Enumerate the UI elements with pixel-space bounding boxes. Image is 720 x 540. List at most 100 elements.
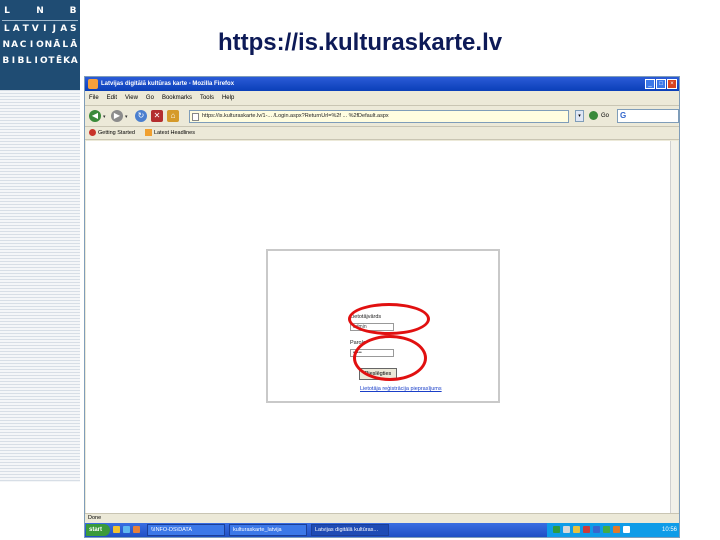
logo-letter: J xyxy=(52,24,56,34)
red-annotation-circle-username xyxy=(348,303,430,335)
logo-letter: Ā xyxy=(70,40,78,50)
menu-file[interactable]: File xyxy=(89,92,99,104)
login-panel: Lietotājvārds admin Parole ••••• Pieslēg… xyxy=(266,249,500,403)
menu-edit[interactable]: Edit xyxy=(107,92,117,104)
bookmarks-toolbar: Getting Started Latest Headlines xyxy=(85,127,679,140)
logo-row: LNB xyxy=(2,4,78,18)
logo-letter: O xyxy=(39,56,48,66)
logo-letter: I xyxy=(11,56,16,66)
go-button[interactable]: Go xyxy=(601,111,609,121)
vertical-scrollbar[interactable] xyxy=(670,141,678,513)
logo-letter: B xyxy=(69,6,77,16)
bookmark-getting-started[interactable]: Getting Started xyxy=(89,128,135,138)
address-url: https://is.kulturaskarte.lv/1-... /Login… xyxy=(202,113,389,119)
minimize-button[interactable]: _ xyxy=(645,79,655,89)
system-tray: 10:56 xyxy=(547,523,679,537)
register-link[interactable]: Lietotāja reģistrācija pieprasījums xyxy=(360,385,442,393)
stop-icon[interactable]: ✕ xyxy=(151,110,163,122)
logo-letter: I xyxy=(43,24,47,34)
logo-letter: N xyxy=(36,6,44,16)
google-icon: G xyxy=(620,111,627,120)
tray-icon[interactable] xyxy=(563,526,570,533)
logo-letter: L xyxy=(3,24,10,34)
logo-letter: N xyxy=(44,40,53,50)
menu-view[interactable]: View xyxy=(125,92,138,104)
logo-letter: T xyxy=(48,56,55,66)
tray-icon[interactable] xyxy=(583,526,590,533)
maximize-button[interactable]: □ xyxy=(656,79,666,89)
logo-letter: N xyxy=(2,40,10,50)
logo-letter: C xyxy=(19,40,27,50)
forward-arrow-icon[interactable]: ▶ xyxy=(111,110,123,122)
decorative-stripes xyxy=(0,90,80,482)
task-info-ds[interactable]: \\INFO-DS\DATA xyxy=(147,524,225,536)
bookmark-latest-headlines[interactable]: Latest Headlines xyxy=(145,128,195,138)
logo-letter: Ē xyxy=(55,56,63,66)
logo-letter: T xyxy=(22,24,29,34)
menu-bookmarks[interactable]: Bookmarks xyxy=(162,92,192,104)
quicklaunch-icon[interactable] xyxy=(123,526,130,533)
logo-letter: O xyxy=(36,40,44,50)
back-dropdown-icon[interactable]: ▾ xyxy=(103,114,106,120)
tray-icon[interactable] xyxy=(553,526,560,533)
logo-letter: L xyxy=(62,40,69,50)
start-button[interactable]: start xyxy=(86,524,110,536)
logo-letter: Ā xyxy=(53,40,61,50)
slide-title: https://is.kulturaskarte.lv xyxy=(218,29,503,56)
logo-letter: B xyxy=(17,56,25,66)
logo-letter: L xyxy=(25,56,32,66)
logo-letter: A xyxy=(12,24,20,34)
task-firefox[interactable]: Latvijas digitālā kultūras... xyxy=(311,524,389,536)
quicklaunch-icon[interactable] xyxy=(113,526,120,533)
tray-icon[interactable] xyxy=(573,526,580,533)
search-input[interactable]: G xyxy=(617,109,679,123)
logo-letter: I xyxy=(29,40,34,50)
menu-help[interactable]: Help xyxy=(222,92,234,104)
page-icon xyxy=(192,113,199,121)
home-icon[interactable]: ⌂ xyxy=(167,110,179,122)
window-title: Latvijas digitālā kultūras karte - Mozil… xyxy=(101,81,235,87)
status-bar: Done xyxy=(85,513,679,523)
logo-letter: A xyxy=(60,24,68,34)
firefox-icon xyxy=(88,79,98,89)
task-kulturaskarte[interactable]: kulturaskarte_latvija xyxy=(229,524,307,536)
forward-dropdown-icon[interactable]: ▾ xyxy=(125,114,128,120)
windows-taskbar: start \\INFO-DS\DATA kulturaskarte_latvi… xyxy=(85,523,679,537)
logo-letter: B xyxy=(2,56,10,66)
tray-icon[interactable] xyxy=(603,526,610,533)
logo-row: BIBLIOTĒKA xyxy=(2,54,78,68)
logo-letter: L xyxy=(4,6,10,16)
logo-row: LATVIJAS xyxy=(2,22,78,36)
logo-letter: A xyxy=(70,56,78,66)
browser-window: Latvijas digitālā kultūras karte - Mozil… xyxy=(84,76,680,538)
status-text: Done xyxy=(88,515,102,521)
reload-icon[interactable]: ↻ xyxy=(135,110,147,122)
menu-tools[interactable]: Tools xyxy=(200,92,214,104)
page-content: Lietotājvārds admin Parole ••••• Pieslēg… xyxy=(86,141,678,513)
logo-letter: S xyxy=(70,24,77,34)
logo-row: NACIONĀLĀ xyxy=(2,38,78,52)
tray-icon[interactable] xyxy=(623,526,630,533)
window-titlebar: Latvijas digitālā kultūras karte - Mozil… xyxy=(85,77,679,91)
navigation-toolbar: ◀ ▾ ▶ ▾ ↻ ✕ ⌂ https://is.kulturaskarte.l… xyxy=(85,105,679,127)
lnb-logo: LNBLATVIJASNACIONĀLĀBIBLIOTĒKA xyxy=(0,0,80,90)
logo-divider xyxy=(2,20,78,21)
taskbar-clock: 10:56 xyxy=(661,527,677,533)
tray-icon[interactable] xyxy=(593,526,600,533)
go-icon[interactable] xyxy=(589,111,598,120)
tray-icon[interactable] xyxy=(613,526,620,533)
bookmark-icon xyxy=(89,129,96,137)
red-annotation-circle-password xyxy=(353,335,427,381)
address-bar[interactable]: https://is.kulturaskarte.lv/1-... /Login… xyxy=(189,110,569,123)
rss-icon xyxy=(145,129,152,137)
logo-letter: I xyxy=(34,56,38,66)
logo-letter: A xyxy=(11,40,19,50)
quicklaunch-icon[interactable] xyxy=(133,526,140,533)
address-dropdown-icon[interactable]: ▾ xyxy=(575,110,584,122)
logo-letter: K xyxy=(63,56,71,66)
menu-go[interactable]: Go xyxy=(146,92,154,104)
menu-bar: File Edit View Go Bookmarks Tools Help xyxy=(85,92,679,104)
back-arrow-icon[interactable]: ◀ xyxy=(89,110,101,122)
close-button[interactable]: × xyxy=(667,79,677,89)
logo-letter: V xyxy=(31,24,39,34)
